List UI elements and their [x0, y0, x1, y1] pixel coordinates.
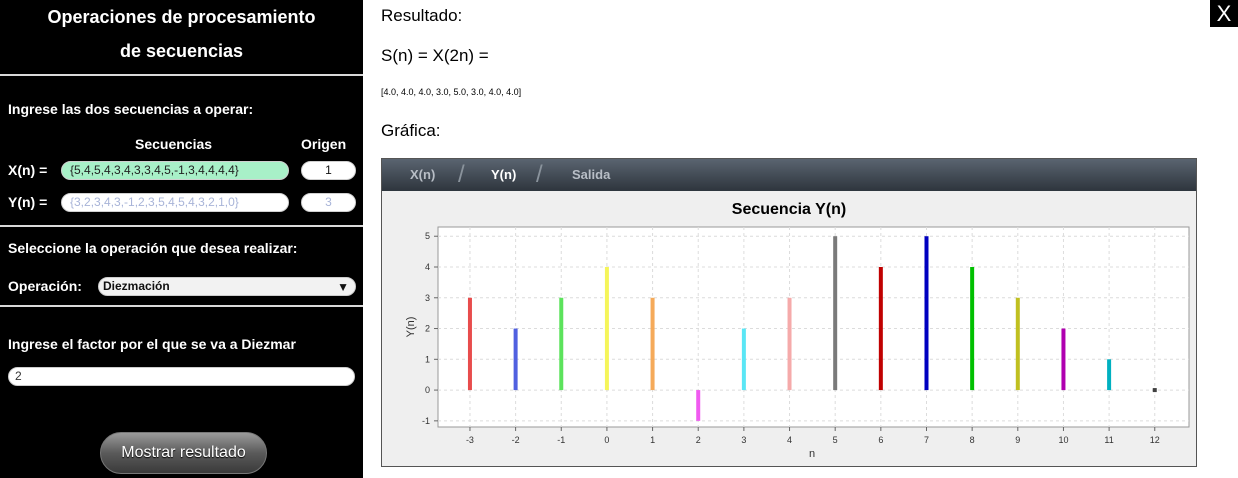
y-sequence-input[interactable]: {3,2,3,4,3,-1,2,3,5,4,5,4,3,2,1,0} — [61, 193, 289, 212]
sequences-prompt: Ingrese las dos secuencias a operar: — [8, 101, 254, 117]
show-result-button[interactable]: Mostrar resultado — [100, 432, 267, 474]
x-tick-label: -3 — [466, 435, 474, 445]
x-axis-ticks: -3 -2 -1 0 1 2 3 4 5 6 7 8 9 10 11 12 — [466, 427, 1160, 445]
result-label: Resultado: — [381, 6, 463, 25]
data-bar — [1015, 297, 1020, 391]
x-tick-label: 3 — [741, 435, 746, 445]
data-bar — [741, 328, 746, 391]
y-sequence-label: Y(n) = — [8, 194, 48, 210]
tab-separator: / — [458, 161, 465, 188]
sequences-header: Secuencias — [135, 136, 213, 152]
y-tick-label: 0 — [425, 385, 430, 395]
divider — [0, 305, 363, 307]
graph-label: Gráfica: — [381, 121, 441, 140]
data-bar — [604, 267, 609, 391]
tab-bar: X(n) / Y(n) / Salida — [382, 159, 1196, 191]
data-bar — [787, 297, 792, 391]
x-sequence-input[interactable]: {5,4,5,4,3,4,3,3,4,5,-1,3,4,4,4,4} — [61, 161, 289, 180]
chart-panel: X(n) / Y(n) / Salida Secuencia Y(n) -1 0 1… — [381, 158, 1197, 467]
result-values: [4.0, 4.0, 4.0, 3.0, 5.0, 3.0, 4.0, 4.0] — [381, 87, 522, 97]
x-tick-label: -1 — [557, 435, 565, 445]
data-bar — [878, 267, 883, 391]
y-tick-label: -1 — [422, 416, 430, 426]
x-axis-label: n — [809, 448, 815, 460]
result-formula: S(n) = X(2n) = — [381, 46, 489, 65]
x-tick-label: 0 — [604, 435, 609, 445]
x-tick-label: 11 — [1104, 435, 1113, 445]
operation-label: Operación: — [8, 278, 82, 294]
factor-prompt: Ingrese el factor por el que se va a Die… — [8, 336, 296, 352]
x-tick-label: 6 — [878, 435, 883, 445]
divider — [0, 74, 363, 76]
data-bar — [924, 236, 929, 391]
tab-y[interactable]: Y(n) — [491, 167, 516, 182]
data-bar — [696, 390, 701, 421]
data-bar — [559, 297, 564, 391]
y-tick-label: 5 — [425, 231, 430, 241]
data-bar — [467, 297, 472, 391]
y-axis-ticks: -1 0 1 2 3 4 5 — [422, 231, 438, 426]
operation-select[interactable]: Diezmación ▼ — [98, 277, 356, 296]
dropdown-arrow-icon: ▼ — [337, 280, 349, 294]
x-tick-label: 1 — [650, 435, 655, 445]
x-tick-label: 2 — [696, 435, 701, 445]
y-origin-input[interactable]: 3 — [301, 193, 356, 212]
data-bar — [833, 236, 838, 391]
data-bar — [650, 297, 655, 391]
divider — [0, 225, 363, 227]
y-axis-label: Y(n) — [405, 317, 417, 338]
tab-x[interactable]: X(n) — [410, 167, 435, 182]
x-tick-label: -2 — [512, 435, 520, 445]
x-tick-label: 7 — [924, 435, 929, 445]
y-tick-label: 1 — [425, 354, 430, 364]
y-tick-label: 4 — [425, 262, 430, 272]
tab-separator: / — [536, 161, 543, 188]
x-tick-label: 10 — [1058, 435, 1068, 445]
x-tick-label: 8 — [970, 435, 975, 445]
origin-header: Origen — [301, 136, 347, 152]
x-tick-label: 5 — [833, 435, 838, 445]
x-tick-label: 4 — [787, 435, 792, 445]
y-tick-label: 2 — [425, 324, 430, 334]
data-bar — [513, 328, 518, 391]
x-sequence-label: X(n) = — [8, 162, 48, 178]
close-button[interactable]: X — [1210, 0, 1238, 27]
y-tick-label: 3 — [425, 293, 430, 303]
data-bar — [1107, 359, 1112, 391]
x-origin-input[interactable]: 1 — [301, 161, 356, 180]
chart-title: Secuencia Y(n) — [732, 201, 846, 218]
plot-area — [437, 226, 1190, 428]
x-tick-label: 9 — [1015, 435, 1020, 445]
data-bar — [970, 267, 975, 391]
factor-input[interactable]: 2 — [8, 367, 355, 386]
chart: Secuencia Y(n) -1012345 -3 -2 -1 0 1 2 3 4 5 6 7 8 9… — [405, 201, 1190, 460]
x-tick-label: 12 — [1150, 435, 1160, 445]
app-title-line1: Operaciones de procesamiento — [47, 7, 316, 27]
data-bar — [1152, 388, 1157, 393]
sidebar: Operaciones de procesamiento de secuenci… — [0, 0, 363, 478]
data-bar — [1061, 328, 1066, 391]
operation-prompt: Seleccione la operación que desea realiz… — [8, 240, 298, 256]
tab-output[interactable]: Salida — [572, 167, 610, 182]
app-title-line2: de secuencias — [119, 41, 244, 61]
operation-select-value: Diezmación — [103, 279, 170, 293]
